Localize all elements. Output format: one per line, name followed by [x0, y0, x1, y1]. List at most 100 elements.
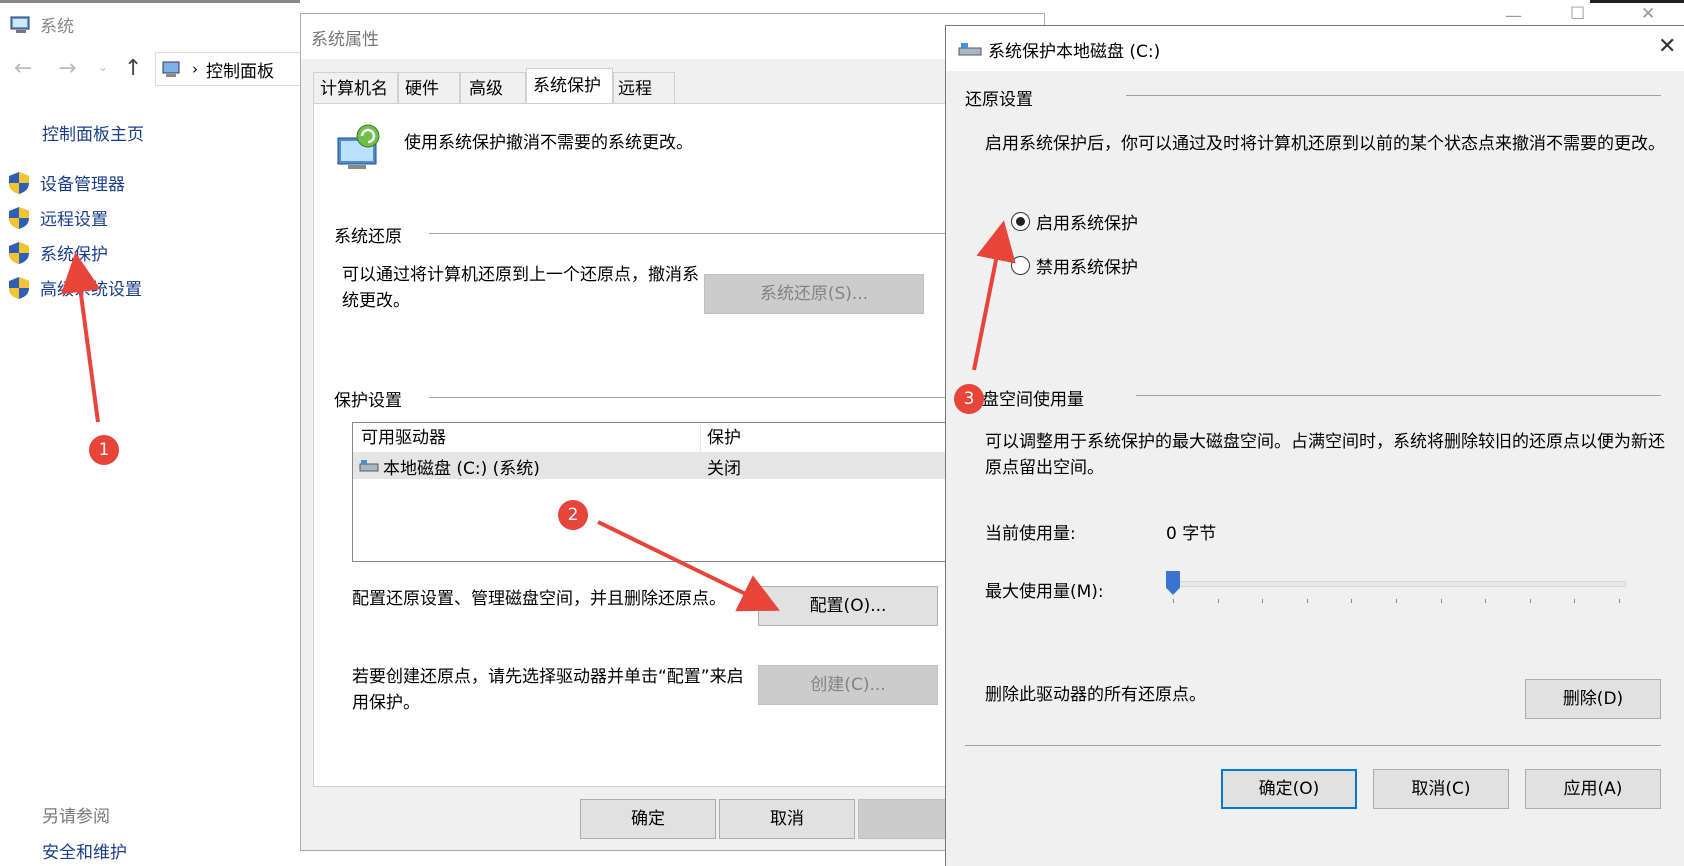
- slider-tick: [1217, 599, 1219, 603]
- up-arrow-icon[interactable]: ↑: [124, 56, 142, 81]
- chevron-down-icon[interactable]: ⌄: [98, 60, 108, 74]
- current-usage-value: 0 字节: [1166, 524, 1217, 544]
- sysprops-ok-button[interactable]: 确定: [580, 799, 716, 839]
- link-advanced-settings[interactable]: 高级系统设置: [8, 275, 142, 300]
- system-restore-icon: [337, 124, 380, 169]
- breadcrumb-chevron-icon: ›: [192, 60, 198, 78]
- system-properties-window: 系统属性 计算机名 硬件 高级 系统保护 远程 使用系统保护撤消不需要的系统更改…: [300, 13, 1052, 851]
- dialog-cancel-button[interactable]: 取消(C): [1373, 769, 1509, 809]
- column-header-drive[interactable]: 可用驱动器: [353, 423, 701, 452]
- address-bar[interactable]: › 控制面板: [155, 52, 300, 86]
- shield-icon: [9, 241, 29, 264]
- delete-button[interactable]: 删除(D): [1525, 679, 1661, 719]
- link-system-protection[interactable]: 系统保护: [8, 240, 108, 265]
- forward-arrow-icon[interactable]: →: [58, 56, 76, 81]
- close-icon[interactable]: ✕: [1658, 34, 1676, 59]
- slider-tick: [1396, 599, 1397, 603]
- divider: [1136, 395, 1661, 396]
- annotation-marker-1: 1: [89, 435, 119, 465]
- max-usage-label: 最大使用量(M):: [985, 582, 1104, 602]
- tab-system-protection[interactable]: 系统保护: [526, 68, 613, 104]
- restore-settings-title: 还原设置: [965, 90, 1033, 110]
- radio-disable-label: 禁用系统保护: [1036, 258, 1138, 278]
- slider-tick: [1485, 599, 1487, 603]
- create-button[interactable]: 创建(C)...: [758, 665, 938, 705]
- slider-tick: [1529, 599, 1531, 603]
- tab-strip: 计算机名 硬件 高级 系统保护 远程: [313, 68, 675, 104]
- link-device-manager[interactable]: 设备管理器: [8, 170, 125, 195]
- control-panel-window: 系统 ← → ⌄ ↑ › 控制面板 控制面板主页 设备管理器 远程设置 系统保护…: [0, 0, 300, 866]
- divider: [1126, 95, 1661, 96]
- restore-section-title: 系统还原: [334, 227, 402, 247]
- top-edge: [0, 0, 300, 3]
- dialog-apply-button[interactable]: 应用(A): [1525, 769, 1661, 809]
- slider-tick: [1262, 599, 1264, 603]
- disk-description: 可以调整用于系统保护的最大磁盘空间。占满空间时，系统将删除较旧的还原点以便为新还…: [985, 432, 1665, 478]
- control-panel-icon: [162, 61, 180, 77]
- drive-status: 关闭: [707, 458, 741, 479]
- link-remote-settings[interactable]: 远程设置: [8, 205, 108, 230]
- link-label: 系统保护: [40, 245, 108, 265]
- sysprops-cancel-button[interactable]: 取消: [719, 799, 855, 839]
- slider-tick: [1619, 599, 1620, 603]
- tab-advanced[interactable]: 高级: [460, 72, 526, 104]
- breadcrumb[interactable]: 控制面板: [206, 57, 274, 82]
- annotation-marker-3: 3: [954, 384, 984, 414]
- intro-text: 使用系统保护撤消不需要的系统更改。: [404, 133, 693, 153]
- tab-hardware[interactable]: 硬件: [398, 72, 460, 104]
- drive-icon: [359, 460, 379, 472]
- link-label: 高级系统设置: [40, 280, 142, 300]
- slider-tick: [1173, 599, 1174, 603]
- sysprops-titlebar: 系统属性: [301, 14, 1044, 59]
- restore-text: 可以通过将计算机还原到上一个还原点，撤消系统更改。: [342, 265, 699, 311]
- maximize-icon[interactable]: ☐: [1570, 4, 1585, 24]
- radio-enable[interactable]: 启用系统保护: [1011, 209, 1138, 234]
- shield-icon: [9, 276, 29, 299]
- system-protection-dialog: 系统保护本地磁盘 (C:) ✕ 还原设置 启用系统保护后，你可以通过及时将计算机…: [945, 25, 1684, 866]
- slider-track: [1166, 581, 1626, 587]
- link-label: 远程设置: [40, 210, 108, 230]
- slider-tick: [1574, 599, 1576, 603]
- column-header-protection[interactable]: 保护: [701, 423, 741, 452]
- see-also-heading: 另请参阅: [42, 807, 110, 827]
- dark-edge: [1590, 0, 1684, 3]
- divider: [965, 745, 1661, 746]
- annotation-marker-2: 2: [558, 500, 588, 530]
- security-link[interactable]: 安全和维护: [42, 838, 127, 863]
- system-restore-button[interactable]: 系统还原(S)...: [704, 274, 924, 314]
- radio-selected-icon: [1011, 212, 1030, 231]
- restore-description: 启用系统保护后，你可以通过及时将计算机还原到以前的某个状态点来撤消不需要的更改。: [985, 134, 1665, 154]
- tab-body: 使用系统保护撤消不需要的系统更改。 系统还原 可以通过将计算机还原到上一个还原点…: [313, 103, 1052, 787]
- shield-icon: [9, 171, 29, 194]
- tab-computer-name[interactable]: 计算机名: [313, 72, 398, 104]
- config-text: 配置还原设置、管理磁盘空间，并且删除还原点。: [352, 589, 726, 609]
- background-titlebar: — ☐ ✕: [1045, 0, 1684, 28]
- disk-usage-title: 盘空间使用量: [982, 390, 1084, 410]
- slider-tick: [1440, 599, 1442, 603]
- max-usage-slider[interactable]: [1166, 571, 1626, 611]
- minimize-icon[interactable]: —: [1505, 6, 1522, 26]
- dialog-ok-button[interactable]: 确定(O): [1221, 769, 1357, 809]
- protect-section-title: 保护设置: [334, 391, 402, 411]
- close-icon[interactable]: ✕: [1641, 4, 1655, 24]
- shield-icon: [9, 206, 29, 229]
- drive-icon: [958, 43, 982, 56]
- dialog-title: 系统保护本地磁盘 (C:): [988, 42, 1161, 62]
- slider-tick: [1306, 599, 1308, 603]
- tab-remote[interactable]: 远程: [613, 72, 675, 104]
- drive-name: 本地磁盘 (C:) (系统): [383, 458, 540, 479]
- link-label: 设备管理器: [40, 175, 125, 195]
- radio-disable[interactable]: 禁用系统保护: [1011, 253, 1138, 278]
- home-link[interactable]: 控制面板主页: [42, 120, 144, 145]
- dialog-titlebar: 系统保护本地磁盘 (C:) ✕: [946, 26, 1684, 71]
- configure-button[interactable]: 配置(O)...: [758, 586, 938, 626]
- radio-unselected-icon: [1011, 256, 1030, 275]
- sysprops-title: 系统属性: [311, 30, 379, 50]
- current-usage-label: 当前使用量:: [985, 524, 1076, 544]
- back-arrow-icon[interactable]: ←: [14, 56, 32, 81]
- slider-thumb[interactable]: [1166, 571, 1180, 595]
- slider-tick: [1351, 599, 1353, 603]
- delete-text: 删除此驱动器的所有还原点。: [985, 685, 1206, 705]
- radio-enable-label: 启用系统保护: [1036, 214, 1138, 234]
- create-text: 若要创建还原点，请先选择驱动器并单击“配置”来启用保护。: [352, 667, 744, 713]
